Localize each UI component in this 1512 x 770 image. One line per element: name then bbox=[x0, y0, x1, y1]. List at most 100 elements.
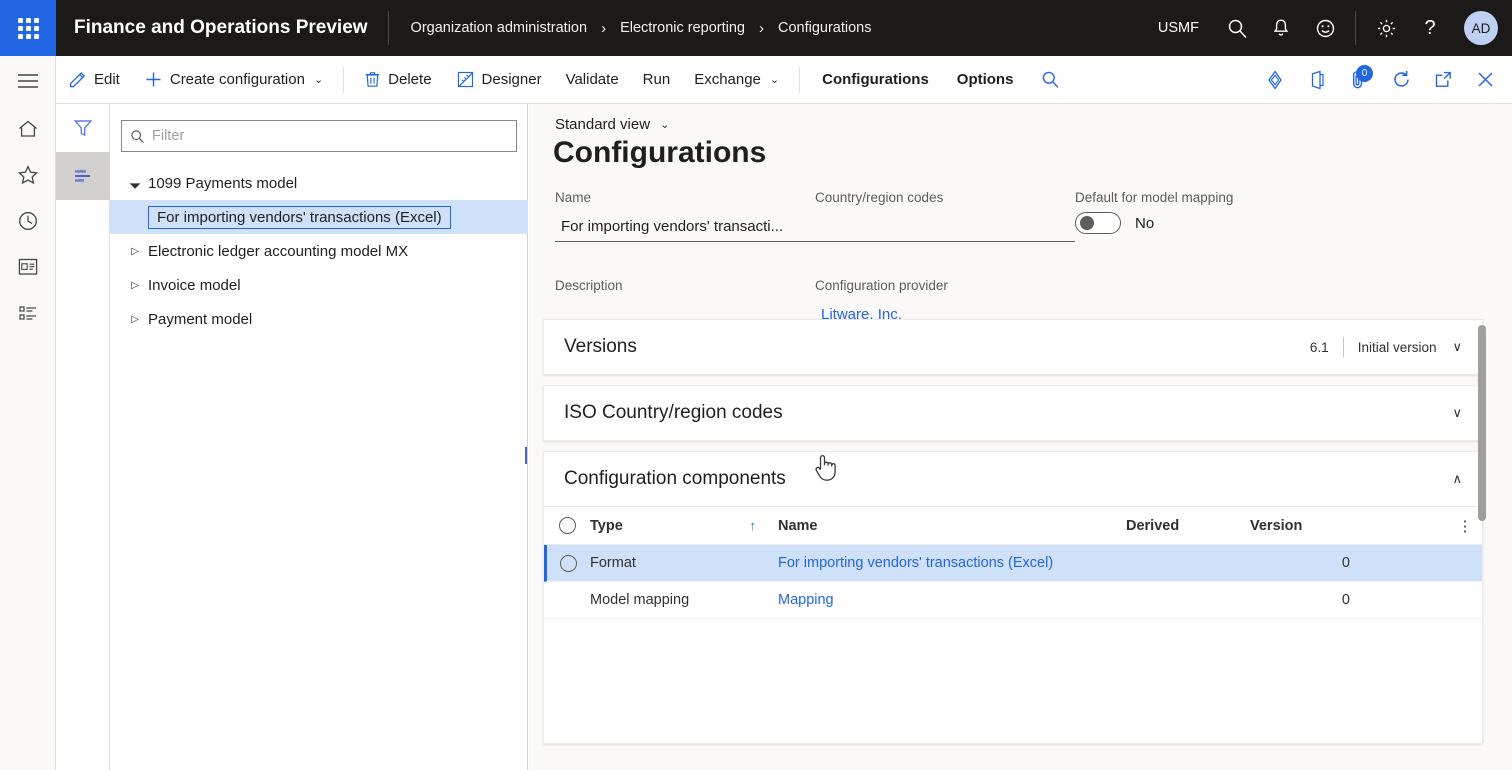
chevron-down-icon: ⌄ bbox=[770, 73, 779, 86]
notification-bell-icon[interactable] bbox=[1259, 0, 1303, 56]
toggle-knob bbox=[1080, 216, 1094, 230]
left-navigation-rail bbox=[0, 56, 56, 770]
run-button[interactable]: Run bbox=[631, 56, 683, 104]
hamburger-menu-icon[interactable] bbox=[0, 56, 56, 106]
default-for-model-mapping-toggle-row: No bbox=[1075, 212, 1335, 234]
filter-input[interactable] bbox=[152, 128, 508, 144]
card-configuration-components-title: Configuration components bbox=[564, 468, 786, 490]
chevron-down-icon[interactable]: ∨ bbox=[1452, 339, 1462, 355]
row-select-cell[interactable] bbox=[547, 555, 590, 572]
name-field[interactable]: For importing vendors' transacti... bbox=[555, 212, 815, 242]
table-row[interactable]: Format For importing vendors' transactio… bbox=[544, 545, 1482, 582]
row-name-link[interactable]: For importing vendors' transactions (Exc… bbox=[778, 555, 1053, 571]
expand-collapse-triangle-icon[interactable]: ▷ bbox=[122, 280, 148, 291]
breadcrumb-item-2[interactable]: Configurations bbox=[778, 20, 872, 36]
models-tree-pane: ◢ 1099 Payments model For importing vend… bbox=[110, 104, 528, 770]
breadcrumb-item-1[interactable]: Electronic reporting bbox=[620, 20, 745, 36]
run-button-label: Run bbox=[643, 71, 671, 88]
tree-node-for-importing-vendors-transactions-excel[interactable]: For importing vendors' transactions (Exc… bbox=[110, 200, 528, 234]
tab-options-label: Options bbox=[957, 71, 1014, 88]
exchange-button[interactable]: Exchange ⌄ bbox=[682, 56, 791, 104]
grid-header-row: Type ↑ Name Derived Version ⋮ bbox=[544, 507, 1482, 545]
designer-button-label: Designer bbox=[482, 71, 542, 88]
refresh-icon[interactable] bbox=[1380, 56, 1422, 104]
tree-node-1099-payments-model[interactable]: ◢ 1099 Payments model bbox=[110, 166, 528, 200]
view-selector[interactable]: Standard view ⌄ bbox=[555, 116, 669, 133]
country-region-codes-field[interactable] bbox=[815, 212, 1075, 242]
delete-button[interactable]: Delete bbox=[352, 56, 443, 104]
card-configuration-components-header[interactable]: Configuration components ∧ bbox=[544, 452, 1482, 506]
power-apps-icon[interactable] bbox=[1254, 56, 1296, 104]
favorites-star-icon[interactable] bbox=[0, 152, 56, 198]
versions-summary-status: Initial version bbox=[1358, 340, 1437, 355]
settings-gear-icon[interactable] bbox=[1364, 0, 1408, 56]
row-name-link[interactable]: Mapping bbox=[778, 592, 834, 608]
chevron-down-icon: ⌄ bbox=[660, 118, 669, 131]
validate-button-label: Validate bbox=[566, 71, 619, 88]
breadcrumb: Organization administration › Electronic… bbox=[389, 20, 872, 37]
tree-node-electronic-ledger-accounting-model-mx[interactable]: ▷ Electronic ledger accounting model MX bbox=[110, 234, 528, 268]
sort-ascending-icon[interactable]: ↑ bbox=[750, 518, 779, 533]
expand-collapse-triangle-icon[interactable]: ▷ bbox=[122, 314, 148, 325]
breadcrumb-item-0[interactable]: Organization administration bbox=[411, 20, 588, 36]
country-region-codes-label: Country/region codes bbox=[815, 190, 1075, 205]
breadcrumb-separator-icon: › bbox=[759, 20, 764, 37]
action-pane-toolbar: Edit Create configuration ⌄ Delete Desig… bbox=[56, 56, 1512, 104]
workspaces-icon[interactable] bbox=[0, 244, 56, 290]
column-header-name[interactable]: Name bbox=[778, 518, 1126, 534]
card-iso-country-region-codes-header[interactable]: ISO Country/region codes ∨ bbox=[544, 386, 1482, 440]
feedback-smiley-icon[interactable] bbox=[1303, 0, 1347, 56]
tree-node-payment-model[interactable]: ▷ Payment model bbox=[110, 302, 528, 336]
tab-configurations[interactable]: Configurations bbox=[808, 56, 943, 104]
top-navigation-bar: Finance and Operations Preview Organizat… bbox=[0, 0, 1512, 56]
open-in-new-window-icon[interactable] bbox=[1422, 56, 1464, 104]
row-select-radio-icon[interactable] bbox=[560, 555, 577, 572]
main-vertical-scrollbar[interactable] bbox=[1478, 325, 1486, 521]
create-configuration-label: Create configuration bbox=[170, 71, 305, 88]
validate-button[interactable]: Validate bbox=[554, 56, 631, 104]
close-icon[interactable] bbox=[1464, 56, 1506, 104]
toolbar-search-icon[interactable] bbox=[1027, 56, 1073, 104]
recent-clock-icon[interactable] bbox=[0, 198, 56, 244]
summary-divider bbox=[1343, 337, 1344, 357]
expand-collapse-triangle-icon[interactable]: ▷ bbox=[122, 246, 148, 257]
modules-list-icon[interactable] bbox=[0, 290, 56, 336]
select-all-radio-icon[interactable] bbox=[559, 517, 576, 534]
action-pane-right-icons: 0 bbox=[1254, 56, 1512, 104]
list-sort-icon[interactable] bbox=[56, 152, 110, 200]
field-column-2: Country/region codes Configuration provi… bbox=[815, 190, 1075, 330]
expand-collapse-triangle-icon[interactable]: ◢ bbox=[122, 170, 148, 196]
column-header-type[interactable]: Type ↑ bbox=[590, 518, 778, 534]
card-versions-summary: 6.1 Initial version bbox=[1310, 337, 1437, 357]
tree-filter-rail bbox=[56, 104, 110, 770]
search-icon[interactable] bbox=[1215, 0, 1259, 56]
card-versions-header[interactable]: Versions 6.1 Initial version ∨ bbox=[544, 320, 1482, 374]
default-for-model-mapping-toggle[interactable] bbox=[1075, 212, 1121, 234]
attachments-paperclip-icon[interactable]: 0 bbox=[1338, 56, 1380, 104]
designer-button[interactable]: Designer bbox=[444, 56, 554, 104]
help-question-icon[interactable]: ? bbox=[1408, 0, 1452, 56]
tree-node-invoice-model[interactable]: ▷ Invoice model bbox=[110, 268, 528, 302]
table-row[interactable]: Model mapping Mapping 0 bbox=[544, 582, 1482, 619]
chevron-down-icon[interactable]: ∨ bbox=[1452, 405, 1462, 421]
tree-node-label: Payment model bbox=[148, 311, 252, 328]
card-configuration-components: Configuration components ∧ Type ↑ Name D… bbox=[543, 451, 1483, 744]
company-selector[interactable]: USMF bbox=[1142, 20, 1215, 36]
main-content-area: Standard view ⌄ Configurations Name For … bbox=[529, 104, 1512, 770]
column-header-derived[interactable]: Derived bbox=[1126, 518, 1250, 534]
column-header-version[interactable]: Version bbox=[1250, 518, 1350, 534]
open-in-office-icon[interactable] bbox=[1296, 56, 1338, 104]
configuration-components-grid: Type ↑ Name Derived Version ⋮ Format bbox=[544, 506, 1482, 743]
select-all-cell[interactable] bbox=[544, 517, 590, 534]
grid-options-kebab-icon[interactable]: ⋮ bbox=[1448, 517, 1482, 535]
tab-options[interactable]: Options bbox=[943, 56, 1028, 104]
app-launcher-waffle-button[interactable] bbox=[0, 0, 56, 56]
create-configuration-button[interactable]: Create configuration ⌄ bbox=[132, 56, 335, 104]
chevron-up-icon[interactable]: ∧ bbox=[1452, 471, 1462, 487]
avatar[interactable]: AD bbox=[1464, 11, 1498, 45]
filter-funnel-icon[interactable] bbox=[56, 104, 110, 152]
configuration-provider-label: Configuration provider bbox=[815, 278, 1075, 293]
edit-button[interactable]: Edit bbox=[56, 56, 132, 104]
home-icon[interactable] bbox=[0, 106, 56, 152]
filter-search-box[interactable] bbox=[121, 120, 517, 152]
